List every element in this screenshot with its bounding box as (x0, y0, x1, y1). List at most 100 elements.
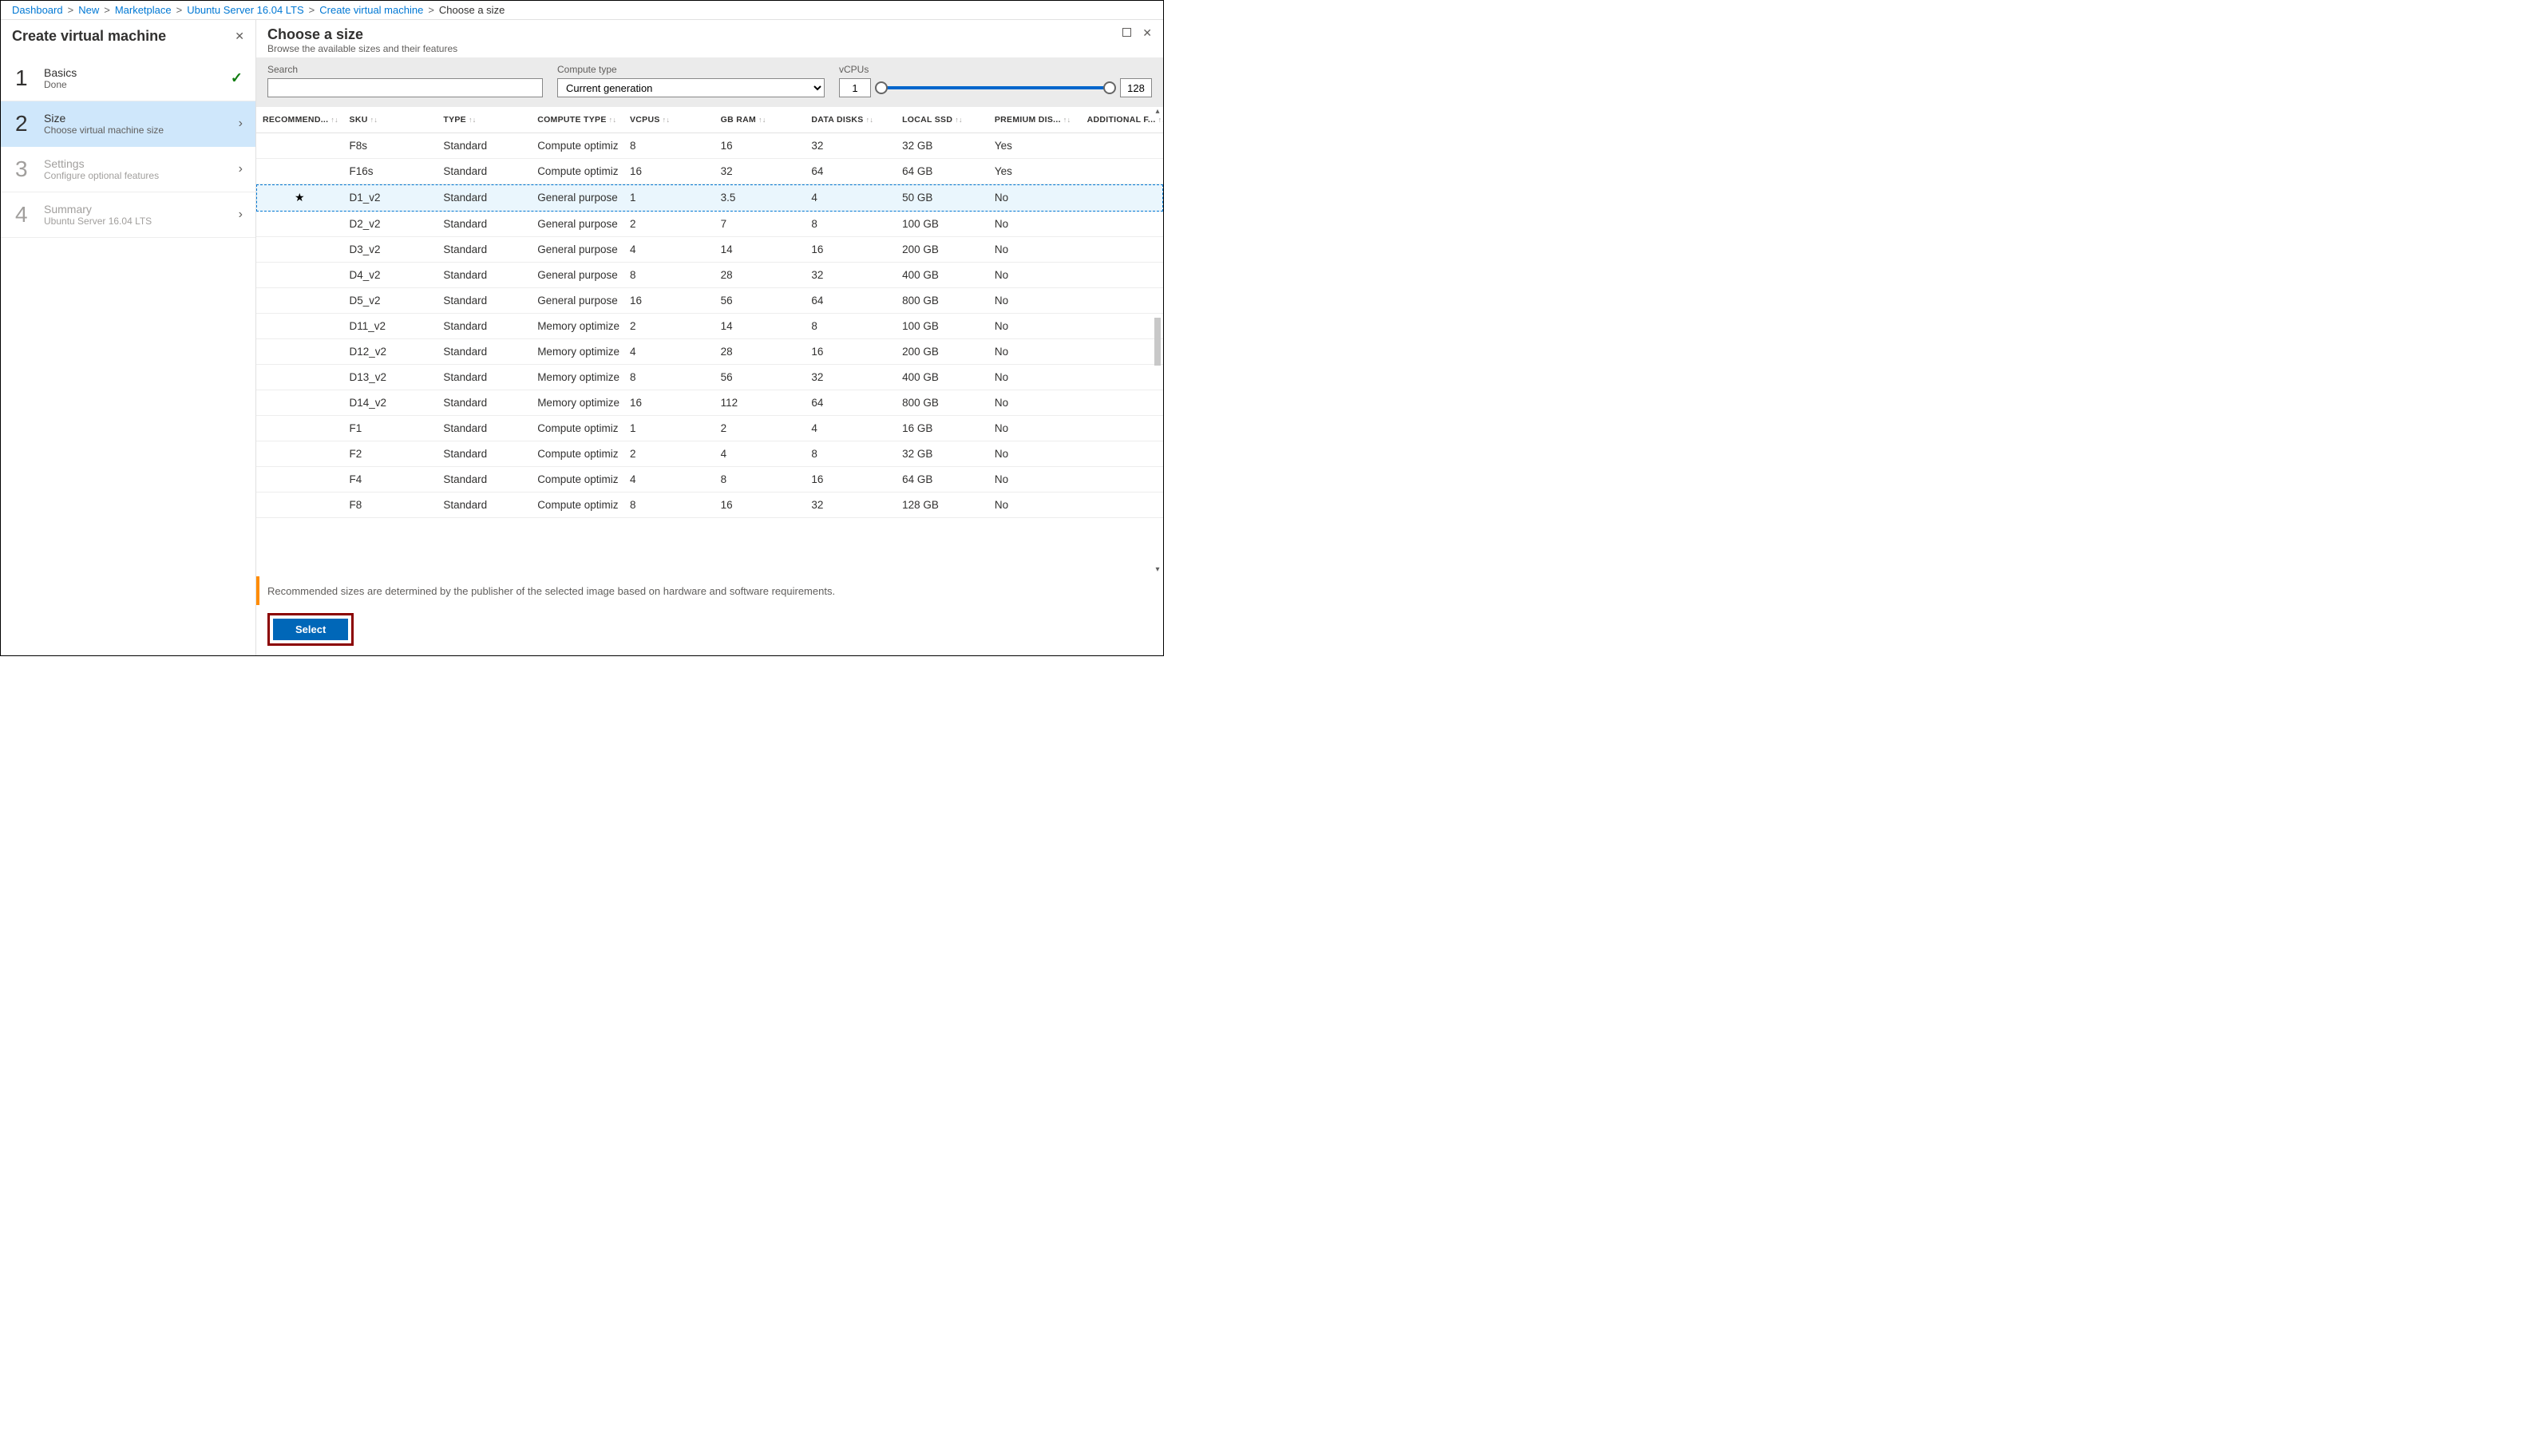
checkmark-icon: ✓ (231, 70, 243, 87)
cell-sku: D2_v2 (343, 212, 437, 237)
compute-type-select[interactable]: Current generation (557, 78, 825, 97)
cell-ctype: Compute optimiz (531, 159, 623, 184)
column-header[interactable]: GB RAM↑↓ (714, 107, 805, 133)
cell-sku: D5_v2 (343, 288, 437, 314)
size-row[interactable]: D11_v2StandardMemory optimize2148100 GBN… (256, 314, 1163, 339)
cell-sku: F16s (343, 159, 437, 184)
cell-add (1081, 184, 1163, 212)
column-header[interactable]: VCPUS↑↓ (623, 107, 714, 133)
slider-thumb-min[interactable] (875, 81, 888, 94)
cell-ram: 28 (714, 339, 805, 365)
breadcrumb-link[interactable]: New (78, 4, 99, 16)
wizard-step-basics[interactable]: 1BasicsDone✓ (1, 56, 255, 101)
column-header[interactable]: RECOMMEND...↑↓ (256, 107, 343, 133)
size-row[interactable]: D14_v2StandardMemory optimize1611264800 … (256, 390, 1163, 416)
vcpus-slider[interactable] (879, 78, 1112, 97)
breadcrumb-link[interactable]: Marketplace (115, 4, 172, 16)
cell-vcpus: 4 (623, 339, 714, 365)
restore-icon[interactable] (1122, 26, 1131, 40)
step-title: Settings (44, 157, 159, 170)
recommendation-note: Recommended sizes are determined by the … (256, 576, 1163, 605)
cell-prem: No (988, 416, 1081, 441)
size-row[interactable]: D2_v2StandardGeneral purpose278100 GBNo (256, 212, 1163, 237)
note-text: Recommended sizes are determined by the … (259, 579, 843, 603)
cell-ctype: Memory optimize (531, 390, 623, 416)
cell-add (1081, 212, 1163, 237)
chevron-right-icon: > (309, 4, 315, 16)
cell-ram: 56 (714, 365, 805, 390)
chevron-right-icon: › (239, 162, 243, 176)
cell-ram: 32 (714, 159, 805, 184)
cell-type: Standard (437, 184, 531, 212)
size-row[interactable]: F8sStandardCompute optimiz8163232 GBYes (256, 133, 1163, 159)
slider-thumb-max[interactable] (1103, 81, 1116, 94)
cell-rec (256, 493, 343, 518)
sort-icon: ↑↓ (330, 116, 338, 124)
cell-ctype: Memory optimize (531, 339, 623, 365)
column-header[interactable]: COMPUTE TYPE↑↓ (531, 107, 623, 133)
search-input[interactable] (267, 78, 543, 97)
cell-type: Standard (437, 390, 531, 416)
vertical-scrollbar[interactable]: ▴ ▾ (1152, 107, 1163, 576)
size-row[interactable]: ★D1_v2StandardGeneral purpose13.5450 GBN… (256, 184, 1163, 212)
cell-ram: 16 (714, 493, 805, 518)
cell-ssd: 64 GB (896, 159, 988, 184)
cell-type: Standard (437, 339, 531, 365)
cell-add (1081, 416, 1163, 441)
size-row[interactable]: D5_v2StandardGeneral purpose165664800 GB… (256, 288, 1163, 314)
cell-disks: 8 (805, 314, 896, 339)
column-header[interactable]: TYPE↑↓ (437, 107, 531, 133)
cell-add (1081, 133, 1163, 159)
cell-prem: No (988, 493, 1081, 518)
size-row[interactable]: F16sStandardCompute optimiz16326464 GBYe… (256, 159, 1163, 184)
scroll-up-icon[interactable]: ▴ (1155, 107, 1159, 118)
page-title: Choose a size (267, 26, 457, 43)
cell-rec (256, 441, 343, 467)
cell-prem: No (988, 390, 1081, 416)
size-row[interactable]: D12_v2StandardMemory optimize42816200 GB… (256, 339, 1163, 365)
breadcrumb-link[interactable]: Ubuntu Server 16.04 LTS (187, 4, 303, 16)
column-header[interactable]: SKU↑↓ (343, 107, 437, 133)
scroll-down-icon[interactable]: ▾ (1155, 565, 1159, 576)
column-header[interactable]: DATA DISKS↑↓ (805, 107, 896, 133)
filter-bar: Search Compute type Current generation v… (256, 57, 1163, 107)
column-header[interactable]: LOCAL SSD↑↓ (896, 107, 988, 133)
breadcrumb-link[interactable]: Dashboard (12, 4, 63, 16)
cell-rec (256, 390, 343, 416)
column-header[interactable]: ADDITIONAL F...↑↓ (1081, 107, 1163, 133)
vcpus-min-input[interactable] (839, 78, 871, 97)
cell-ram: 8 (714, 467, 805, 493)
cell-sku: D3_v2 (343, 237, 437, 263)
cell-vcpus: 2 (623, 314, 714, 339)
size-row[interactable]: D13_v2StandardMemory optimize85632400 GB… (256, 365, 1163, 390)
scrollbar-thumb[interactable] (1154, 318, 1161, 366)
cell-add (1081, 159, 1163, 184)
vcpus-max-input[interactable] (1120, 78, 1152, 97)
cell-type: Standard (437, 133, 531, 159)
cell-ssd: 200 GB (896, 237, 988, 263)
size-row[interactable]: F8StandardCompute optimiz81632128 GBNo (256, 493, 1163, 518)
size-row[interactable]: D4_v2StandardGeneral purpose82832400 GBN… (256, 263, 1163, 288)
cell-type: Standard (437, 467, 531, 493)
close-icon[interactable]: ✕ (1142, 26, 1152, 40)
select-button[interactable]: Select (273, 619, 348, 640)
cell-disks: 4 (805, 416, 896, 441)
cell-ctype: Compute optimiz (531, 441, 623, 467)
cell-ram: 2 (714, 416, 805, 441)
cell-prem: Yes (988, 133, 1081, 159)
size-row[interactable]: D3_v2StandardGeneral purpose41416200 GBN… (256, 237, 1163, 263)
breadcrumb-link[interactable]: Create virtual machine (319, 4, 423, 16)
cell-prem: No (988, 288, 1081, 314)
wizard-step-size[interactable]: 2SizeChoose virtual machine size› (1, 101, 255, 147)
cell-add (1081, 237, 1163, 263)
cell-disks: 32 (805, 365, 896, 390)
cell-rec (256, 339, 343, 365)
cell-ctype: General purpose (531, 263, 623, 288)
size-row[interactable]: F2StandardCompute optimiz24832 GBNo (256, 441, 1163, 467)
size-row[interactable]: F1StandardCompute optimiz12416 GBNo (256, 416, 1163, 441)
size-row[interactable]: F4StandardCompute optimiz481664 GBNo (256, 467, 1163, 493)
column-header[interactable]: PREMIUM DIS...↑↓ (988, 107, 1081, 133)
wizard-step-summary: 4SummaryUbuntu Server 16.04 LTS› (1, 192, 255, 238)
close-icon[interactable]: ✕ (235, 30, 244, 43)
sort-icon: ↑↓ (663, 116, 671, 124)
